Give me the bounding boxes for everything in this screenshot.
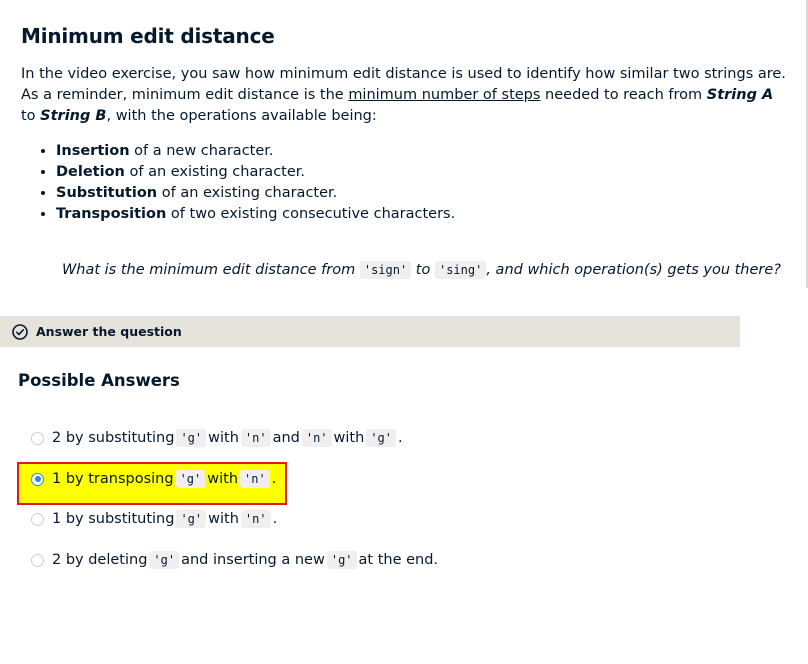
answer-question-label: Answer the question [36,324,182,339]
answer-question-bar[interactable]: Answer the question [0,316,740,347]
answer-option-1[interactable]: 2 by substituting 'g' with 'n' and 'n' w… [31,424,403,452]
check-circle-icon [12,323,28,340]
operation-item: Transposition of two existing consecutiv… [56,204,455,225]
radio-button[interactable] [31,512,44,526]
code-snippet: 'sing' [434,261,487,279]
radio-button-selected[interactable] [31,472,44,486]
code-snippet: 'g' [175,470,206,488]
operations-list: Insertion of a new character. Deletion o… [38,141,455,225]
intro-underlined-text: minimum number of steps [348,87,541,103]
code-snippet: 'g' [176,429,207,447]
code-snippet: 'g' [149,551,180,569]
code-snippet: 'n' [240,429,271,447]
code-snippet: 'n' [240,470,270,488]
code-snippet: 'n' [240,510,271,528]
code-snippet: 'g' [326,551,357,569]
operation-item: Insertion of a new character. [56,141,455,162]
answer-option-4[interactable]: 2 by deleting 'g' and inserting a new 'g… [31,546,438,574]
code-snippet: 'g' [176,510,207,528]
code-snippet: 'n' [301,429,332,447]
radio-button[interactable] [31,553,44,567]
exercise-title: Minimum edit distance [21,24,275,48]
operation-item: Deletion of an existing character. [56,162,455,183]
code-snippet: 'sign' [359,261,412,279]
code-snippet: 'g' [366,429,396,447]
string-b: String B [40,108,107,124]
operation-item: Substitution of an existing character. [56,183,455,204]
possible-answers-heading: Possible Answers [18,371,180,390]
string-a: String A [706,87,774,103]
question-text: What is the minimum edit distance from '… [61,261,781,279]
exercise-intro: In the video exercise, you saw how minim… [21,66,786,124]
answer-option-2[interactable]: 1 by transposing 'g' with 'n'. [31,465,276,493]
radio-button[interactable] [31,431,44,445]
answer-option-3[interactable]: 1 by substituting 'g' with 'n'. [31,505,277,533]
